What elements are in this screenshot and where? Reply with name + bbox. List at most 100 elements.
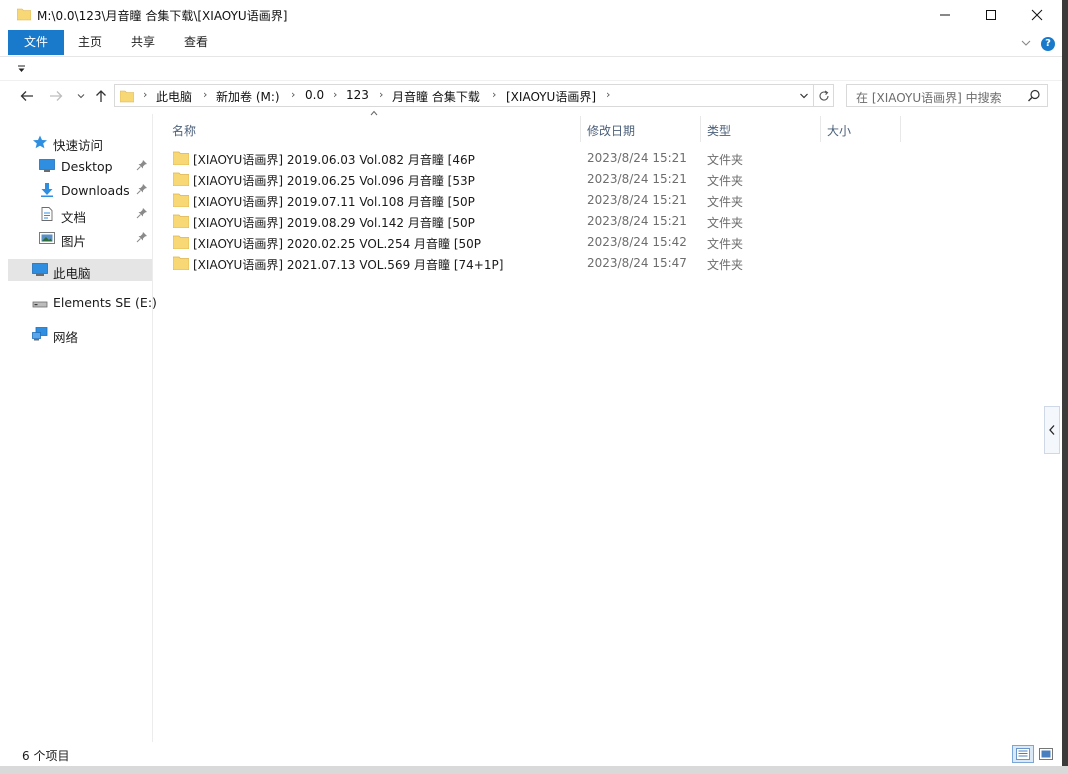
breadcrumb-separator[interactable]: › [379, 88, 383, 101]
file-name: [XIAOYU语画界] 2019.07.11 Vol.108 月音瞳 [50P [193, 195, 475, 209]
file-row[interactable]: [XIAOYU语画界] 2021.07.13 VOL.569 月音瞳 [74+1… [167, 253, 757, 274]
explorer-window: M:\0.0\123\月音瞳 合集下载\[XIAOYU语画界] 文件 主页 共享… [0, 0, 1068, 774]
search-box[interactable]: 在 [XIAOYU语画界] 中搜索 [846, 84, 1048, 107]
file-date: 2023/8/24 15:21 [587, 214, 687, 228]
file-type: 文件夹 [707, 153, 744, 167]
column-header-name[interactable]: 名称 [167, 116, 579, 142]
column-header-type[interactable]: 类型 [701, 116, 819, 142]
pin-icon[interactable] [136, 159, 148, 171]
nav-item-desktop[interactable]: Desktop [8, 155, 152, 177]
breadcrumb-separator[interactable]: › [606, 88, 610, 101]
desktop-edge-bottom [0, 766, 1068, 774]
drive-icon [32, 301, 48, 308]
arrow-left-icon [20, 91, 33, 101]
nav-item-pictures[interactable]: 图片 [8, 227, 152, 249]
close-button[interactable] [1014, 0, 1060, 30]
breadcrumb-folder-123[interactable]: 123 [346, 88, 369, 102]
column-divider[interactable] [900, 116, 901, 142]
file-name: [XIAOYU语画界] 2021.07.13 VOL.569 月音瞳 [74+1… [193, 258, 504, 272]
folder-icon [173, 151, 189, 165]
column-label: 类型 [707, 124, 732, 138]
breadcrumb-separator[interactable]: › [333, 88, 337, 101]
pin-icon[interactable] [136, 231, 148, 243]
refresh-button[interactable] [814, 84, 834, 107]
file-row[interactable]: [XIAOYU语画界] 2019.06.25 Vol.096 月音瞳 [53P … [167, 169, 757, 190]
column-header-size[interactable]: 大小 [821, 116, 900, 142]
folder-icon [173, 235, 189, 249]
nav-item-documents[interactable]: 文档 [8, 203, 152, 225]
breadcrumb-folder-current[interactable]: [XIAOYU语画界] [506, 88, 596, 105]
nav-item-network[interactable]: 网络 [8, 323, 152, 345]
help-icon[interactable]: ? [1041, 37, 1055, 51]
tab-file[interactable]: 文件 [8, 30, 64, 55]
tab-share[interactable]: 共享 [121, 30, 165, 55]
file-row[interactable]: [XIAOYU语画界] 2019.06.03 Vol.082 月音瞳 [46P … [167, 148, 757, 169]
download-icon [41, 183, 53, 197]
nav-label: Desktop [61, 159, 113, 174]
large-icons-view-button[interactable] [1037, 745, 1055, 763]
nav-label: 网络 [53, 330, 79, 345]
file-date: 2023/8/24 15:47 [587, 256, 687, 270]
pin-icon[interactable] [136, 183, 148, 195]
file-type: 文件夹 [707, 237, 744, 251]
folder-icon [173, 214, 189, 228]
pin-icon[interactable] [136, 207, 148, 219]
file-name: [XIAOYU语画界] 2020.02.25 VOL.254 月音瞳 [50P [193, 237, 482, 251]
up-button[interactable] [91, 87, 111, 105]
large-icons-view-icon [1039, 748, 1053, 760]
search-icon[interactable] [1027, 89, 1041, 103]
details-view-button[interactable] [1012, 745, 1034, 763]
desktop-icon [39, 159, 55, 172]
tab-view[interactable]: 查看 [174, 30, 218, 55]
address-bar[interactable]: › 此电脑 › 新加卷 (M:) › 0.0 › 123 › 月音瞳 合集下载 … [114, 84, 814, 107]
title-bar: M:\0.0\123\月音瞳 合集下载\[XIAOYU语画界] [0, 0, 1062, 30]
navigation-pane: 快速访问 Desktop Downloads 文档 图片 此电脑 Element… [8, 114, 157, 742]
item-count: 6 个项目 [22, 749, 70, 763]
file-row[interactable]: [XIAOYU语画界] 2020.02.25 VOL.254 月音瞳 [50P … [167, 232, 757, 253]
network-icon [32, 327, 48, 341]
file-row[interactable]: [XIAOYU语画界] 2019.07.11 Vol.108 月音瞳 [50P … [167, 190, 757, 211]
breadcrumb-separator[interactable]: › [291, 88, 295, 101]
breadcrumb-drive[interactable]: 新加卷 (M:) [216, 88, 280, 105]
nav-item-quick-access[interactable]: 快速访问 [8, 131, 152, 153]
nav-item-downloads[interactable]: Downloads [8, 179, 152, 201]
file-name: [XIAOYU语画界] 2019.06.25 Vol.096 月音瞳 [53P [193, 174, 475, 188]
details-view-icon [1016, 748, 1030, 760]
forward-button[interactable] [46, 87, 66, 105]
file-type: 文件夹 [707, 216, 744, 230]
nav-label: Elements SE (E:) [53, 295, 157, 310]
nav-label: Downloads [61, 183, 130, 198]
nav-item-elements-drive[interactable]: Elements SE (E:) [8, 291, 157, 313]
tab-home[interactable]: 主页 [68, 30, 112, 55]
breadcrumb-separator[interactable]: › [492, 88, 496, 101]
column-header-date[interactable]: 修改日期 [581, 116, 700, 142]
file-row[interactable]: [XIAOYU语画界] 2019.08.29 Vol.142 月音瞳 [50P … [167, 211, 757, 232]
breadcrumb-folder-collection[interactable]: 月音瞳 合集下载 [392, 88, 480, 105]
file-date: 2023/8/24 15:21 [587, 193, 687, 207]
folder-icon [173, 193, 189, 207]
nav-item-this-pc[interactable]: 此电脑 [8, 259, 152, 281]
ribbon-expand-chevron-icon[interactable] [1020, 38, 1032, 48]
minimize-button[interactable] [922, 0, 968, 30]
close-icon [1031, 9, 1043, 21]
preview-pane-toggle[interactable] [1044, 406, 1060, 454]
file-name: [XIAOYU语画界] 2019.06.03 Vol.082 月音瞳 [46P [193, 153, 475, 167]
breadcrumb-folder-0-0[interactable]: 0.0 [305, 88, 324, 102]
back-button[interactable] [17, 87, 37, 105]
breadcrumb-this-pc[interactable]: 此电脑 [156, 88, 192, 105]
search-input[interactable]: 在 [XIAOYU语画界] 中搜索 [856, 89, 1002, 106]
breadcrumb-separator[interactable]: › [203, 88, 207, 101]
picture-icon [39, 232, 55, 244]
quick-access-toolbar [0, 57, 1062, 81]
window-title: M:\0.0\123\月音瞳 合集下载\[XIAOYU语画界] [37, 9, 288, 23]
column-label: 名称 [172, 124, 197, 138]
desktop-edge [1062, 0, 1068, 774]
recent-locations-button[interactable] [71, 87, 91, 105]
address-dropdown-icon[interactable] [799, 91, 809, 101]
customize-toolbar-icon[interactable] [17, 65, 27, 73]
column-label: 大小 [827, 124, 852, 138]
breadcrumb-separator[interactable]: › [143, 88, 147, 101]
maximize-button[interactable] [968, 0, 1014, 30]
file-date: 2023/8/24 15:21 [587, 172, 687, 186]
file-date: 2023/8/24 15:21 [587, 151, 687, 165]
